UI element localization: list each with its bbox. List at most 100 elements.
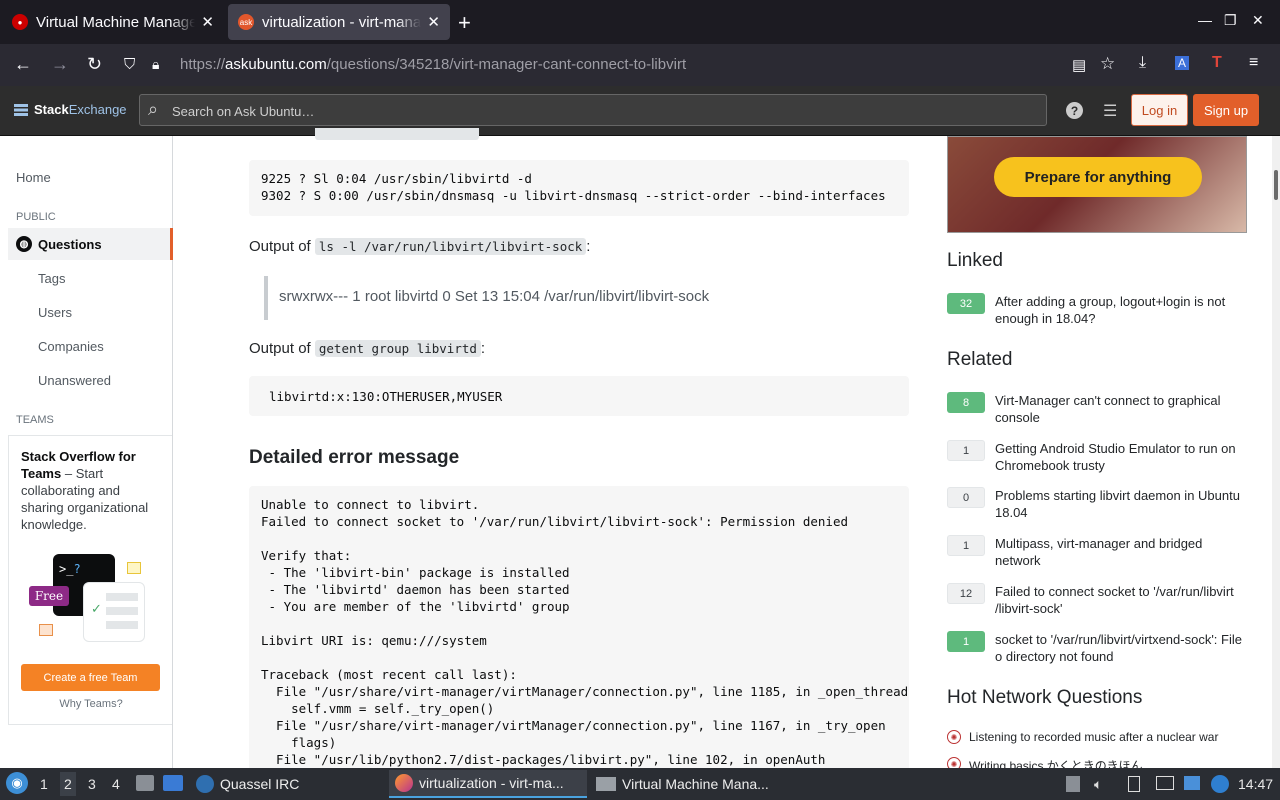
network-icon[interactable] — [1156, 776, 1174, 790]
site-icon: ✺ — [947, 730, 961, 744]
translate-icon[interactable]: A — [1175, 56, 1190, 70]
globe-tray-icon[interactable] — [1211, 775, 1229, 793]
hot-network-heading: Hot Network Questions — [947, 687, 1143, 708]
downloads-icon[interactable]: ⤓ — [1139, 54, 1146, 72]
nav-users[interactable]: Users — [38, 305, 72, 320]
answer-count-badge: 12 — [947, 583, 985, 604]
tab-title: virtualization - virt-manag — [262, 13, 422, 31]
stackexchange-icon — [14, 103, 28, 116]
redhat-icon: ● — [12, 14, 28, 30]
ad-cta-button[interactable]: Prepare for anything — [994, 157, 1202, 197]
minimize-icon[interactable]: — — [1198, 12, 1212, 28]
teams-illustration: >_? Free ✓ — [29, 554, 149, 646]
stackexchange-logo[interactable]: Stack Exchange — [14, 102, 127, 117]
window-close-icon[interactable]: ✕ — [1252, 12, 1264, 29]
workspace-2[interactable]: 2 — [60, 772, 76, 796]
note-icon — [127, 562, 141, 574]
hot-question-item[interactable]: ✺ Writing basics かくときのきほん — [947, 757, 1247, 768]
create-free-team-button[interactable]: Create a free Team — [21, 664, 160, 691]
restore-icon[interactable]: ❐ — [1224, 12, 1237, 29]
hot-question-item[interactable]: ✺ Listening to recorded music after a nu… — [947, 730, 1247, 744]
taskbar: ◉ 1 2 3 4 Quassel IRC virtualization - v… — [0, 768, 1280, 800]
answer-count-badge: 0 — [947, 487, 985, 508]
code-block-group: libvirtd:x:130:OTHERUSER,MYUSER — [249, 376, 909, 416]
question-link[interactable]: Failed to connect socket to '/var/run/li… — [995, 583, 1247, 617]
clipped-inline-code — [315, 128, 479, 140]
chat-icon — [39, 624, 53, 636]
extension-t-icon[interactable]: T — [1212, 54, 1222, 72]
nav-section-public: PUBLIC — [16, 211, 56, 223]
login-button[interactable]: Log in — [1131, 94, 1188, 126]
virt-manager-icon — [596, 777, 616, 791]
url-bar[interactable]: ⛉ 🔒︎ https://askubuntu.com/questions/345… — [116, 48, 1130, 82]
nav-tags[interactable]: Tags — [38, 271, 65, 286]
close-tab-icon[interactable]: ✕ — [201, 13, 214, 31]
tab-title: Virtual Machine Manager — [36, 13, 196, 31]
clipboard-icon[interactable] — [1066, 776, 1080, 792]
left-sidebar: Home PUBLIC ◍ Questions Tags Users Compa… — [0, 136, 173, 768]
answer-count-badge: 8 — [947, 392, 985, 413]
task-virt-manager[interactable]: Virtual Machine Mana... — [590, 770, 790, 798]
answer-count-badge: 1 — [947, 535, 985, 556]
show-desktop-icon[interactable] — [163, 775, 183, 791]
checklist-icon: ✓ — [83, 582, 145, 642]
teams-promo-text: Stack Overflow for Teams – Start collabo… — [21, 449, 149, 532]
shield-icon[interactable]: ⛉ — [124, 56, 135, 73]
file-manager-icon[interactable] — [136, 775, 154, 791]
nav-companies[interactable]: Companies — [38, 339, 104, 354]
tab-virtualization[interactable]: ask virtualization - virt-manag ✕ — [228, 4, 450, 40]
start-menu-icon[interactable]: ◉ — [6, 772, 28, 794]
related-heading: Related — [947, 349, 1013, 370]
blockquote-socket: srwxrwx--- 1 root libvirtd 0 Set 13 15:0… — [264, 276, 904, 320]
search-icon: ⌕ — [148, 99, 159, 119]
volume-icon[interactable]: 🔈︎ — [1094, 776, 1102, 793]
workspace-1[interactable]: 1 — [40, 776, 48, 792]
nav-home[interactable]: Home — [16, 170, 51, 185]
code-block-error: Unable to connect to libvirt. Failed to … — [249, 486, 909, 776]
nav-unanswered[interactable]: Unanswered — [38, 373, 111, 388]
forward-icon[interactable]: → — [51, 54, 69, 75]
site-search[interactable]: ⌕ — [139, 94, 1047, 126]
why-teams-link[interactable]: Why Teams? — [9, 698, 173, 710]
inline-code-getent: getent group libvirtd — [314, 340, 481, 357]
page-scrollbar[interactable] — [1272, 136, 1280, 768]
site-switcher-icon[interactable]: ☰ — [1103, 101, 1117, 121]
question-link[interactable]: After adding a group, logout+login is no… — [995, 293, 1247, 327]
answer-count-badge: 1 — [947, 440, 985, 461]
close-tab-icon[interactable]: ✕ — [427, 13, 440, 31]
advertisement[interactable]: Prepare for anything — [947, 136, 1247, 233]
new-tab-icon[interactable]: + — [458, 10, 471, 36]
answer-count-badge: 1 — [947, 631, 985, 652]
answer-count-badge: 32 — [947, 293, 985, 314]
question-link[interactable]: socket to '/var/run/libvirt/virtxend-soc… — [995, 631, 1247, 665]
battery-icon[interactable] — [1128, 776, 1140, 792]
question-link[interactable]: Problems starting libvirt daemon in Ubun… — [995, 487, 1247, 521]
quassel-icon — [196, 775, 214, 793]
scrollbar-thumb[interactable] — [1274, 170, 1278, 200]
askubuntu-icon: ask — [238, 14, 254, 30]
lock-icon[interactable]: 🔒︎ — [152, 56, 159, 73]
heading-detailed-error: Detailed error message — [249, 447, 460, 468]
output-label-1: Output of ls -l /var/run/libvirt/libvirt… — [249, 238, 591, 255]
task-quassel[interactable]: Quassel IRC — [190, 770, 386, 798]
reader-view-icon[interactable]: ▤ — [1072, 56, 1086, 74]
url-text[interactable]: https://askubuntu.com/questions/345218/v… — [180, 56, 686, 73]
menu-icon[interactable]: ≡ — [1249, 54, 1258, 72]
bookmark-star-icon[interactable]: ☆ — [1100, 54, 1115, 74]
task-firefox[interactable]: virtualization - virt-ma... — [389, 770, 587, 798]
question-link[interactable]: Virt-Manager can't connect to graphical … — [995, 392, 1247, 426]
reload-icon[interactable]: ↻ — [87, 54, 102, 75]
code-block-processes: 9225 ? Sl 0:04 /usr/sbin/libvirtd -d 930… — [249, 160, 909, 216]
back-icon[interactable]: ← — [14, 54, 32, 75]
question-link[interactable]: Multipass, virt-manager and bridged netw… — [995, 535, 1247, 569]
workspace-4[interactable]: 4 — [112, 776, 120, 792]
teams-promo: Stack Overflow for Teams – Start collabo… — [8, 435, 172, 725]
workspace-3[interactable]: 3 — [88, 776, 96, 792]
search-input[interactable] — [172, 101, 1032, 121]
help-icon[interactable]: ? — [1066, 102, 1083, 119]
signup-button[interactable]: Sign up — [1193, 94, 1259, 126]
notes-icon[interactable] — [1184, 776, 1200, 790]
nav-questions[interactable]: ◍ Questions — [8, 228, 173, 260]
tab-virtual-machine-manager[interactable]: ● Virtual Machine Manager ✕ — [2, 4, 224, 40]
question-link[interactable]: Getting Android Studio Emulator to run o… — [995, 440, 1247, 474]
